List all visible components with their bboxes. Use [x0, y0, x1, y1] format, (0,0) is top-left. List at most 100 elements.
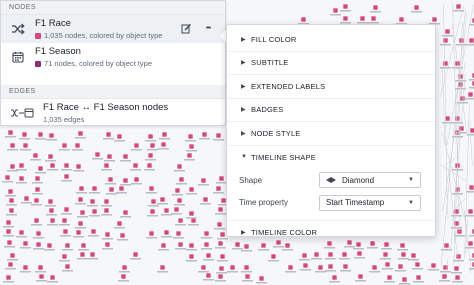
caret-right-icon: ▶: [241, 230, 246, 237]
graph-node: [369, 264, 380, 273]
graph-node: [44, 242, 55, 251]
graph-node: [300, 262, 311, 271]
graph-node: [442, 28, 453, 37]
graph-node: [31, 197, 42, 206]
graph-node: [7, 142, 18, 151]
graph-node: [452, 274, 463, 283]
section-fill-color[interactable]: ▶ FILL COLOR: [227, 28, 435, 52]
graph-node: [242, 273, 253, 282]
graph-node: [131, 176, 142, 185]
graph-node: [35, 264, 46, 273]
layer-subtitle: 1,035 edges: [43, 115, 85, 124]
graph-node: [214, 221, 225, 230]
graph-node: [451, 265, 462, 274]
time-property-select[interactable]: Start Timestamp ▼: [319, 194, 421, 211]
section-badges[interactable]: ▶ BADGES: [227, 99, 435, 122]
graph-node: [47, 162, 58, 171]
graph-node: [2, 174, 13, 183]
graph-node: [158, 242, 169, 251]
graph-node: [60, 228, 71, 237]
section-subtitle[interactable]: ▶ SUBTITLE: [227, 52, 435, 75]
graph-node: [89, 185, 100, 194]
graph-node: [144, 162, 155, 171]
graph-node: [145, 133, 156, 142]
graph-node: [16, 229, 27, 238]
caret-right-icon: ▶: [241, 130, 246, 137]
graph-node: [340, 3, 351, 12]
graph-node: [73, 163, 84, 172]
section-node-style[interactable]: ▶ NODE STYLE: [227, 122, 435, 146]
graph-node: [325, 251, 336, 260]
graph-node: [5, 129, 16, 138]
graph-node: [399, 276, 410, 285]
graph-node: [198, 264, 209, 273]
time-property-field: Time property Start Timestamp ▼: [227, 191, 435, 221]
graph-node: [114, 133, 125, 142]
graph-node: [357, 15, 368, 24]
graph-node: [329, 274, 340, 283]
graph-node: [45, 198, 56, 207]
section-timeline-color[interactable]: ▶ TIMELINE COLOR: [227, 221, 435, 245]
graph-node: [103, 131, 114, 140]
graph-node: [61, 173, 72, 182]
graph-node: [340, 15, 351, 24]
graph-node: [102, 241, 113, 250]
layer-title: F1 Race: [35, 18, 71, 29]
layer-row-edge[interactable]: F1 Race ↔ F1 Season nodes 1,035 edges: [1, 99, 225, 125]
nodes-section-header: NODES: [1, 1, 225, 15]
graph-node: [380, 251, 391, 260]
shape-select[interactable]: Diamond ▼: [319, 172, 421, 188]
graph-node: [185, 133, 196, 142]
graph-node: [4, 239, 15, 248]
graph-node: [101, 198, 112, 207]
layer-row-f1-race[interactable]: F1 Race 1,035 nodes, colored by object t…: [1, 15, 225, 43]
graph-node: [147, 142, 158, 151]
graph-node: [59, 217, 70, 226]
section-label: TIMELINE SHAPE: [251, 152, 316, 162]
graph-node: [6, 207, 17, 216]
graph-edge: [454, 233, 460, 267]
edit-icon[interactable]: [179, 22, 193, 34]
graph-node: [186, 143, 197, 152]
graph-node: [203, 272, 214, 281]
graph-node: [413, 274, 424, 283]
more-icon[interactable]: •••: [201, 22, 215, 34]
graph-node: [131, 142, 142, 151]
edges-section-header: EDGES: [1, 85, 225, 99]
graph-node: [118, 273, 129, 282]
graph-node: [145, 152, 156, 161]
layer-row-f1-season[interactable]: F1 Season 71 nodes, colored by object ty…: [1, 43, 225, 71]
graph-node: [216, 265, 227, 274]
caret-right-icon: ▶: [241, 60, 246, 67]
layer-title: F1 Race ↔ F1 Season nodes: [43, 102, 169, 113]
graph-node: [384, 274, 395, 283]
graph-node: [175, 241, 186, 250]
graph-node: [147, 208, 158, 217]
graph-node: [45, 153, 56, 162]
graph-node: [35, 131, 46, 140]
graph-node: [285, 264, 296, 273]
graph-node: [412, 261, 423, 270]
graph-node: [174, 163, 185, 172]
graph-node: [73, 229, 84, 238]
graph-node: [174, 197, 185, 206]
graph-node: [370, 4, 381, 13]
graph-node: [75, 220, 86, 229]
graph-node: [382, 261, 393, 270]
graph-node: [215, 240, 226, 249]
section-extended-labels[interactable]: ▶ EXTENDED LABELS: [227, 75, 435, 99]
graph-node: [299, 252, 310, 261]
graph-node: [76, 185, 87, 194]
graph-node: [75, 130, 86, 139]
graph-node: [227, 264, 238, 273]
time-property-label: Time property: [239, 198, 289, 207]
section-label: TIMELINE COLOR: [251, 228, 318, 238]
graph-node: [354, 250, 365, 259]
section-timeline-shape[interactable]: ▼ TIMELINE SHAPE: [227, 146, 435, 170]
shape-value: Diamond: [342, 175, 375, 185]
graph-node: [87, 198, 98, 207]
graph-node: [159, 131, 170, 140]
section-label: FILL COLOR: [251, 34, 297, 44]
graph-node: [217, 253, 228, 262]
graph-node: [161, 207, 172, 216]
